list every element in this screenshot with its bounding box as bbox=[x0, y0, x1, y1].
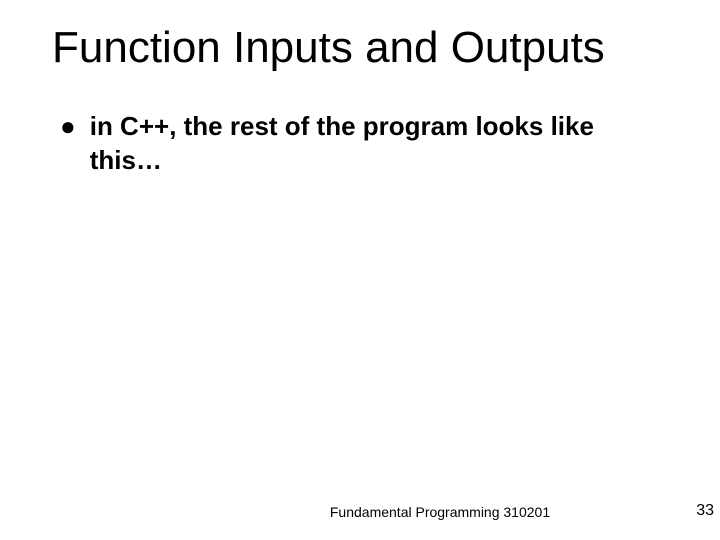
slide-body: ● in C++, the rest of the program looks … bbox=[60, 110, 640, 178]
slide-title: Function Inputs and Outputs bbox=[52, 24, 680, 72]
slide: Function Inputs and Outputs ● in C++, th… bbox=[0, 0, 720, 540]
page-number: 33 bbox=[696, 502, 714, 520]
bullet-marker-icon: ● bbox=[60, 110, 76, 144]
bullet-text: in C++, the rest of the program looks li… bbox=[90, 110, 640, 178]
bullet-item: ● in C++, the rest of the program looks … bbox=[60, 110, 640, 178]
footer-center-text: Fundamental Programming 310201 bbox=[80, 504, 720, 520]
